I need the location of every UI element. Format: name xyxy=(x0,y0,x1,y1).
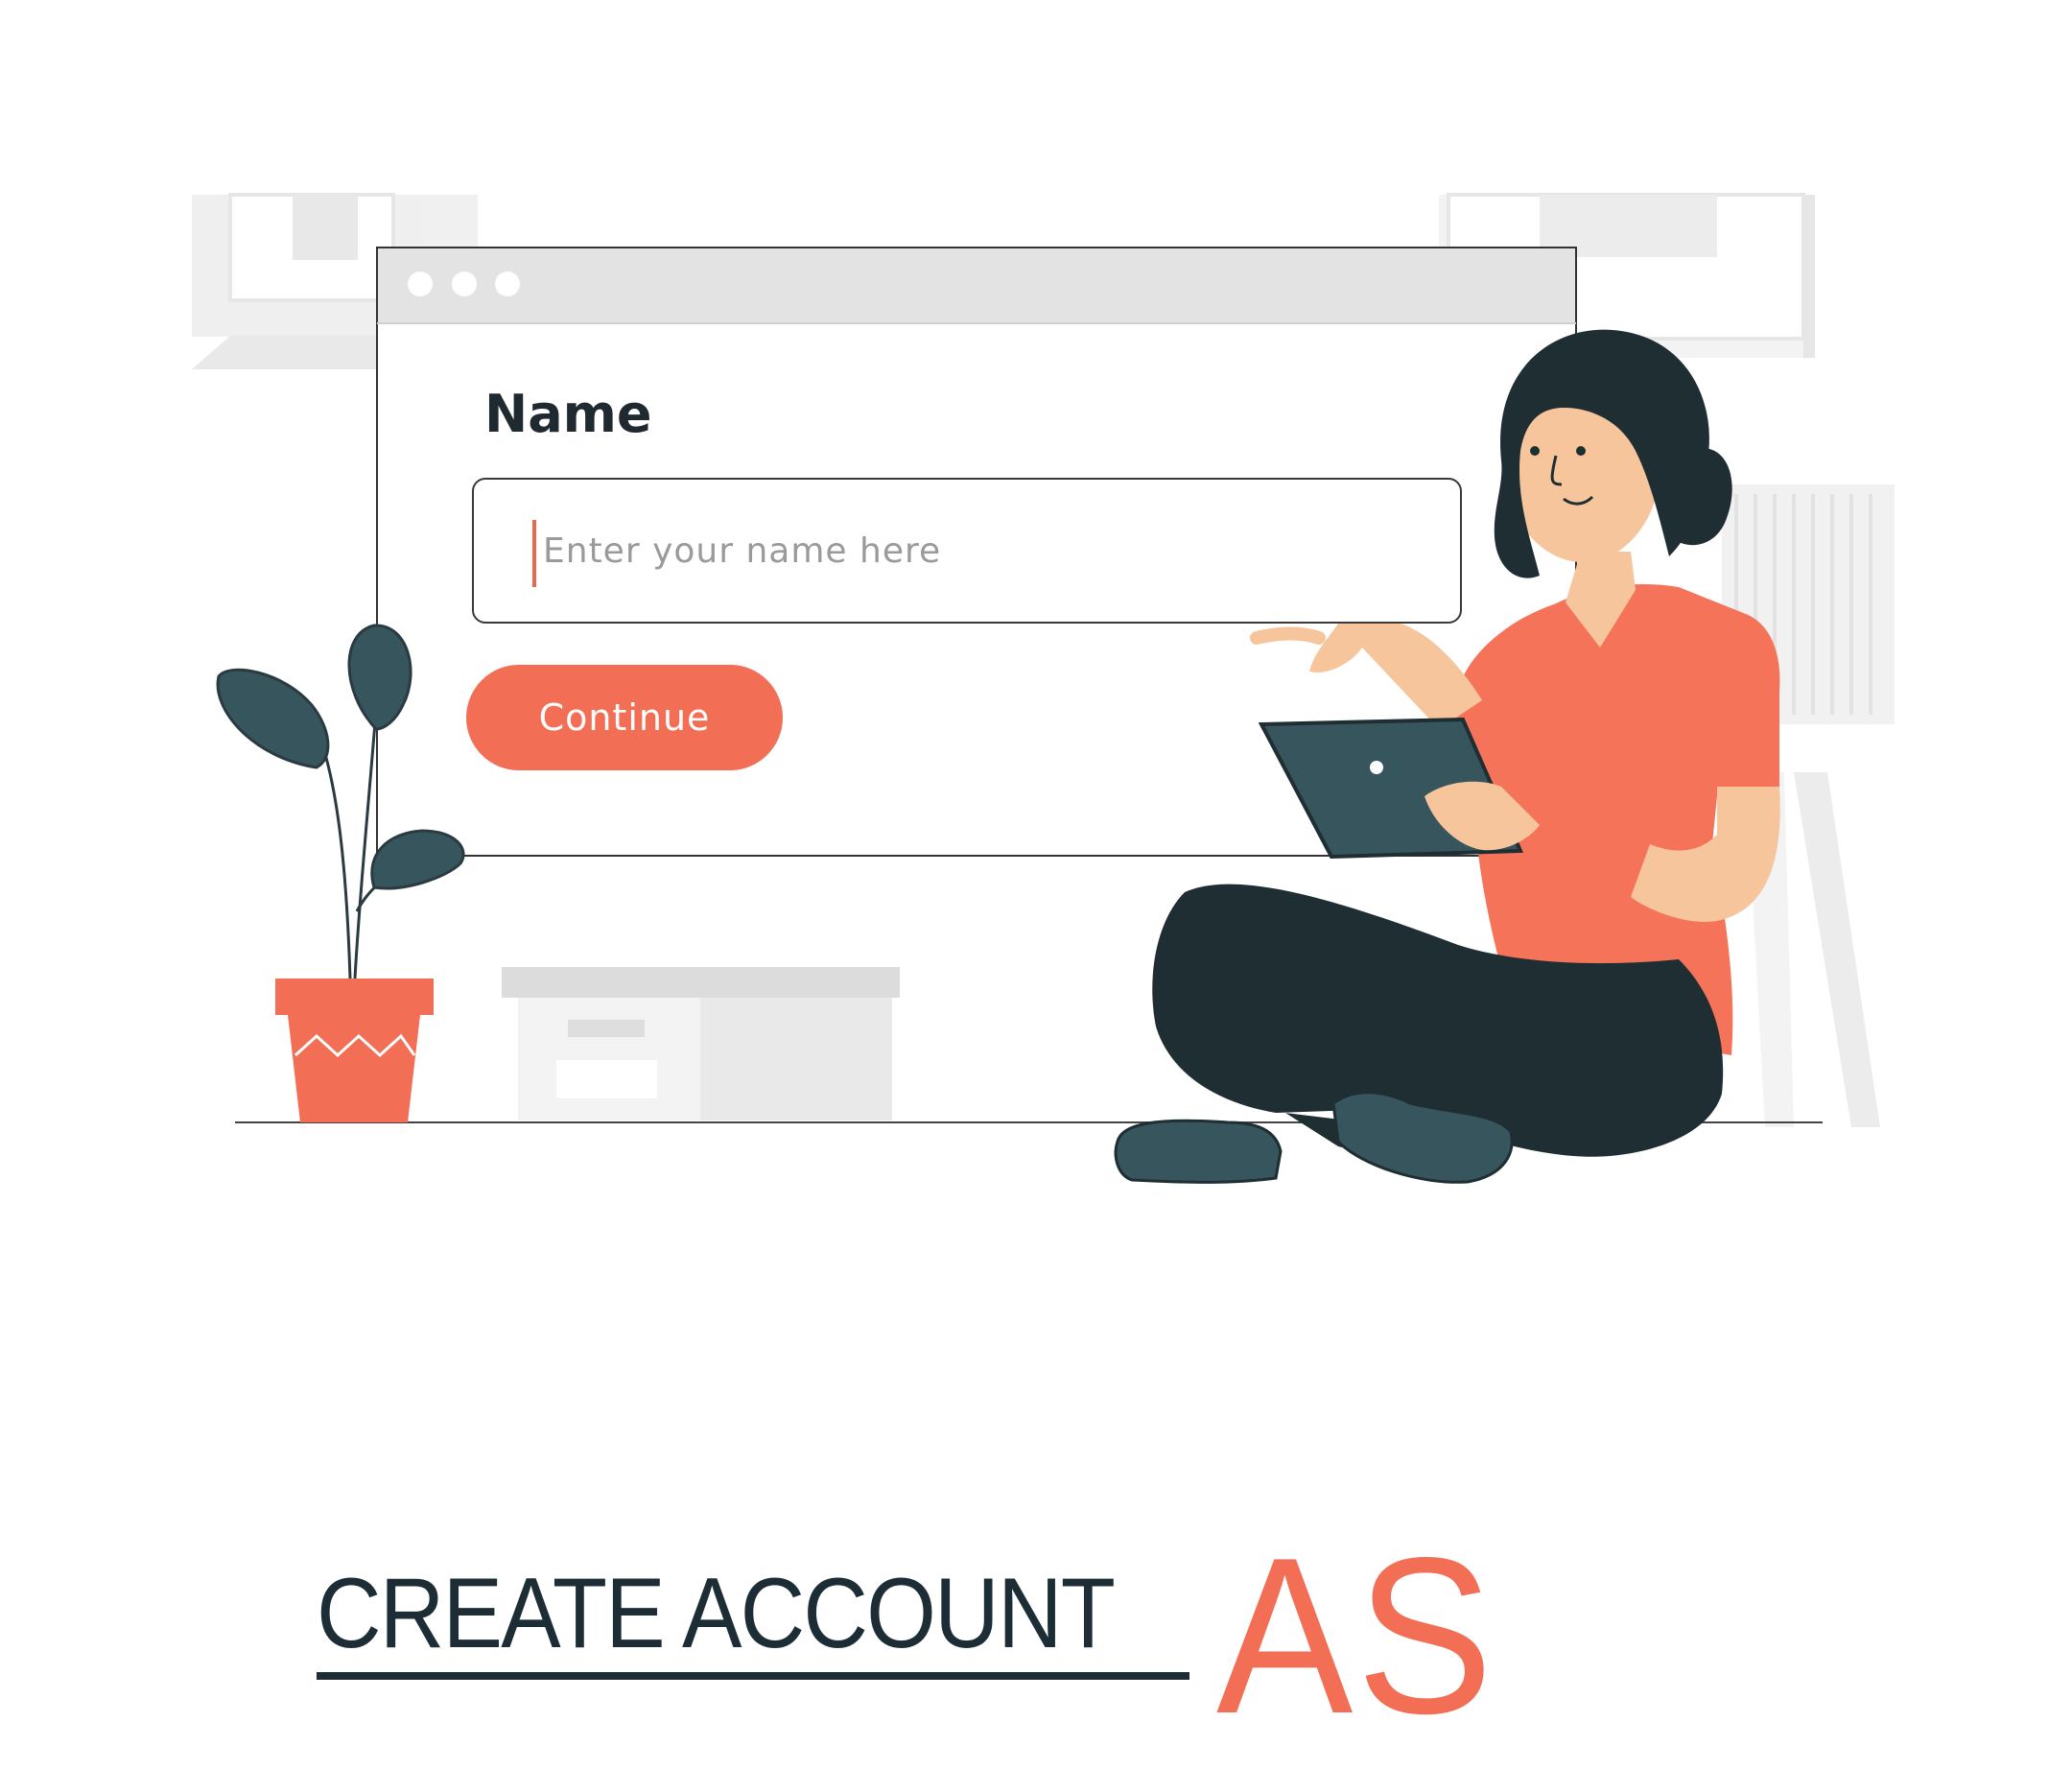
name-input[interactable] xyxy=(472,478,1462,624)
create-account-heading: CREATE ACCOUNT xyxy=(317,1558,1116,1669)
heading-underline xyxy=(317,1672,1189,1680)
continue-button[interactable]: Continue xyxy=(466,665,783,770)
text-cursor xyxy=(532,520,536,587)
window-controls-icon xyxy=(408,271,520,296)
illustration-scene xyxy=(192,193,1895,1184)
storage-box xyxy=(502,967,900,1120)
name-field-label: Name xyxy=(484,384,652,444)
create-account-accent-text: AS xyxy=(1216,1512,1497,1760)
